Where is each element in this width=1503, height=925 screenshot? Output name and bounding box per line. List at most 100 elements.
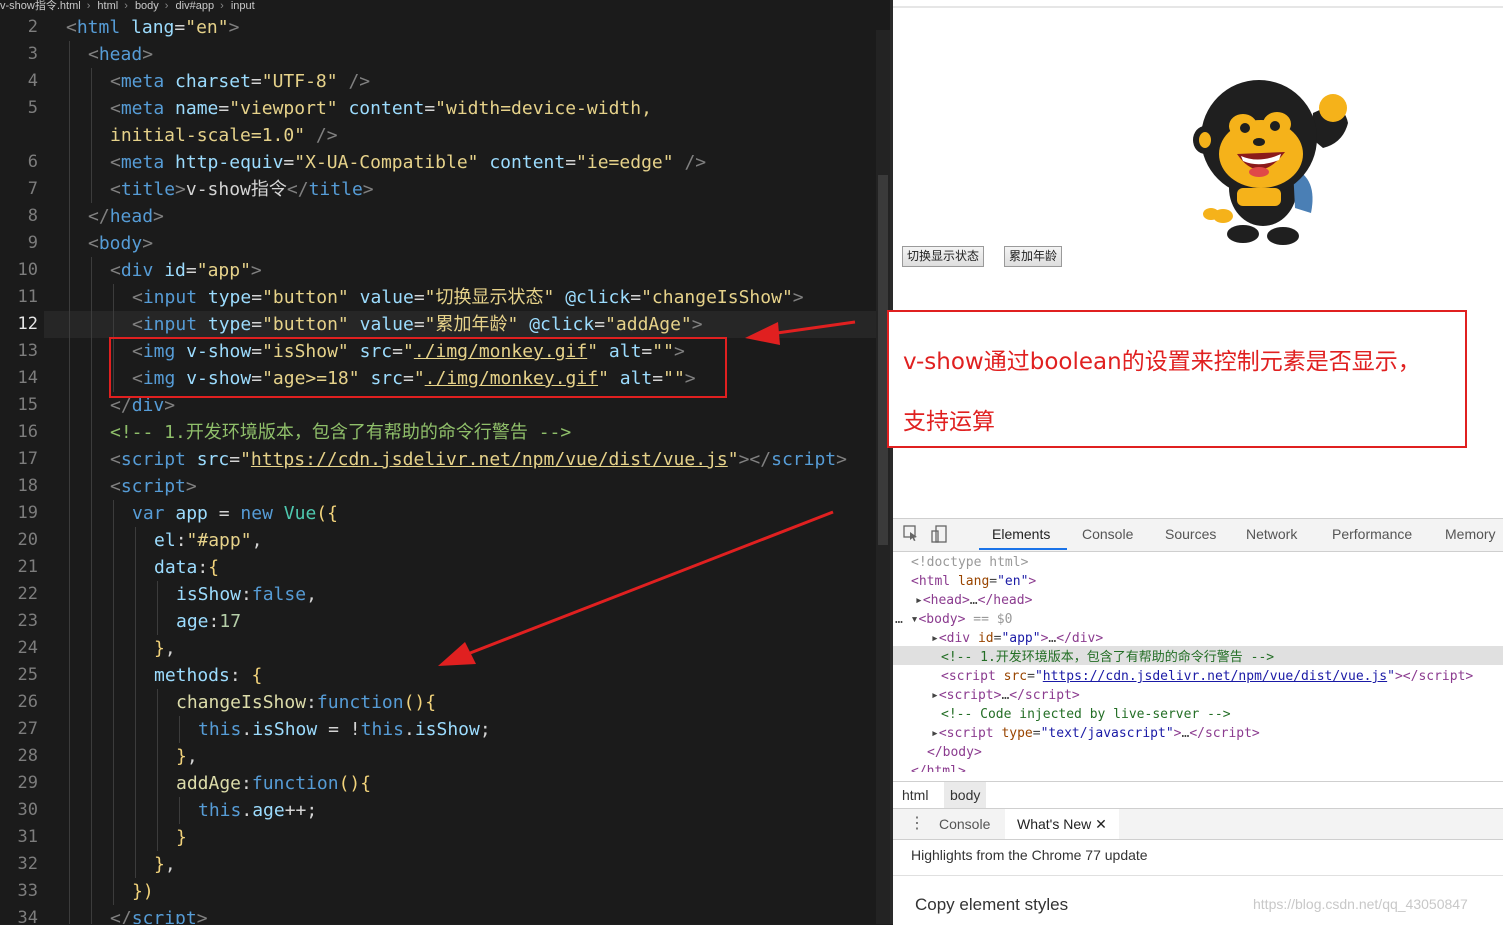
code-line: data:{ — [154, 557, 220, 578]
drawer-tab-bar: ⋮ Console What's New ✕ — [893, 809, 1503, 840]
breadcrumb-item[interactable]: body — [135, 0, 159, 12]
line-number: 27 — [17, 719, 38, 739]
dom-tree: <!doctype html> <html lang="en"> ▸<head>… — [893, 553, 1503, 773]
code-line: }, — [154, 854, 176, 875]
code-line: addAge:function(){ — [176, 773, 372, 794]
line-number: 17 — [17, 449, 38, 469]
indent-guide — [157, 689, 158, 851]
dom-node[interactable]: ▸<script type="text/javascript">…</scrip… — [931, 724, 1260, 743]
line-number: 29 — [17, 773, 38, 793]
dom-node[interactable]: <!-- Code injected by live-server --> — [941, 705, 1231, 724]
annotation-line2: 支持运算 — [903, 409, 995, 435]
code-line: <!-- 1.开发环境版本，包含了有帮助的命令行警告 --> — [110, 422, 572, 443]
code-line: <meta charset="UTF-8" /> — [110, 71, 371, 92]
line-number: 34 — [17, 908, 38, 924]
code-line: el:"#app", — [154, 530, 263, 551]
code-line: age:17 — [176, 611, 242, 632]
drawer-menu-icon[interactable]: ⋮ — [909, 809, 925, 839]
dom-node[interactable]: ▸<div id="app">…</div> — [931, 629, 1103, 648]
annotation-line1: v-show通过boolean的设置来控制元素是否显示， — [903, 349, 1421, 375]
code-line: <script src="https://cdn.jsdelivr.net/np… — [110, 449, 847, 470]
breadcrumb-item[interactable]: v-show指令.html — [0, 0, 81, 12]
close-icon[interactable]: ✕ — [1095, 816, 1107, 832]
code-line: }) — [132, 881, 154, 902]
code-line: methods: { — [154, 665, 263, 686]
tab-memory[interactable]: Memory — [1445, 526, 1496, 542]
line-number: 26 — [17, 692, 38, 712]
line-number: 24 — [17, 638, 38, 658]
editor-breadcrumb: v-show指令.html › html › body › div#app › inpu… — [0, 0, 255, 12]
code-line: changeIsShow:function(){ — [176, 692, 437, 713]
tab-performance[interactable]: Performance — [1332, 526, 1412, 542]
crumb-body[interactable]: body — [944, 782, 987, 808]
inspect-element-icon[interactable] — [903, 525, 919, 543]
line-number: 8 — [27, 206, 38, 226]
code-line: <body> — [88, 233, 154, 254]
indent-guide — [91, 257, 92, 924]
code-line: <head> — [88, 44, 154, 65]
monkey-image — [1193, 80, 1348, 245]
code-line: <meta http-equiv="X-UA-Compatible" conte… — [110, 152, 707, 173]
line-number: 22 — [17, 584, 38, 604]
dom-node[interactable]: ▸<script>…</script> — [931, 686, 1080, 705]
code-line: }, — [154, 638, 176, 659]
dom-node[interactable]: <script src="https://cdn.jsdelivr.net/np… — [941, 667, 1473, 686]
code-line: </head> — [88, 206, 164, 227]
line-number: 3 — [27, 44, 38, 64]
annotation-box: v-show通过boolean的设置来控制元素是否显示， 支持运算 — [887, 310, 1467, 448]
toggle-show-button[interactable]: 切换显示状态 — [902, 246, 985, 267]
line-number: 14 — [17, 368, 38, 388]
dom-node[interactable]: <html lang="en"> — [911, 572, 1036, 591]
tab-console[interactable]: Console — [1082, 526, 1133, 542]
breadcrumb-item[interactable]: html — [97, 0, 118, 12]
code-line: <input type="button" value="切换显示状态" @cli… — [132, 287, 804, 308]
drawer-tab-label: What's New — [1017, 816, 1092, 832]
code-editor[interactable]: v-show指令.html › html › body › div#app › inpu… — [0, 0, 890, 924]
drawer-tab-console[interactable]: Console — [939, 809, 990, 839]
breadcrumb-item[interactable]: input — [231, 0, 255, 12]
tab-elements[interactable]: Elements — [992, 526, 1050, 542]
breadcrumb-item[interactable]: div#app — [176, 0, 215, 12]
code-line: initial-scale=1.0" /> — [110, 125, 338, 146]
code-line: </script> — [110, 908, 208, 924]
add-age-button[interactable]: 累加年龄 — [1004, 246, 1063, 267]
line-number: 20 — [17, 530, 38, 550]
line-number: 10 — [17, 260, 38, 280]
watermark: https://blog.csdn.net/qq_43050847 — [1253, 896, 1468, 912]
dom-node[interactable]: ▸<head>…</head> — [915, 591, 1032, 610]
devtools-breadcrumb: html body — [893, 781, 1503, 809]
indent-guide — [69, 41, 70, 924]
tab-sources[interactable]: Sources — [1165, 526, 1216, 542]
dom-node-selected[interactable]: … ▾<body> == $0 — [895, 610, 1012, 629]
code-line: var app = new Vue({ — [132, 503, 338, 524]
code-line: this.isShow = !this.isShow; — [198, 719, 491, 740]
browser-preview: 切换显示状态 累加年龄 Elements Console Sources Net… — [890, 0, 1503, 925]
line-number: 23 — [17, 611, 38, 631]
divider — [893, 875, 1503, 876]
dom-node[interactable]: </body> — [927, 743, 982, 762]
selected-suffix: == $0 — [973, 612, 1013, 627]
line-number: 2 — [27, 17, 38, 37]
code-line: <title>v-show指令</title> — [110, 179, 374, 200]
line-number: 11 — [17, 287, 38, 307]
drawer-heading: Highlights from the Chrome 77 update — [911, 847, 1148, 863]
crumb-html[interactable]: html — [902, 782, 928, 808]
line-number: 21 — [17, 557, 38, 577]
drawer-tab-whats-new[interactable]: What's New ✕ — [1005, 809, 1119, 839]
line-number: 6 — [27, 152, 38, 172]
drawer-item[interactable]: Copy element styles — [915, 895, 1068, 915]
code-line: isShow:false, — [176, 584, 317, 605]
indent-guide — [91, 68, 92, 203]
code-line: <input type="button" value="累加年龄" @click… — [132, 314, 703, 335]
line-number: 18 — [17, 476, 38, 496]
line-number: 32 — [17, 854, 38, 874]
line-number: 9 — [27, 233, 38, 253]
line-number: 16 — [17, 422, 38, 442]
tab-network[interactable]: Network — [1246, 526, 1297, 542]
dom-node[interactable]: <!-- 1.开发环境版本，包含了有帮助的命令行警告 --> — [941, 648, 1274, 667]
device-toolbar-icon[interactable] — [931, 525, 947, 543]
dom-node[interactable]: <!doctype html> — [911, 553, 1028, 572]
dom-node[interactable]: </html> — [911, 762, 966, 772]
line-number: 13 — [17, 341, 38, 361]
code-line: <meta name="viewport" content="width=dev… — [110, 98, 652, 119]
